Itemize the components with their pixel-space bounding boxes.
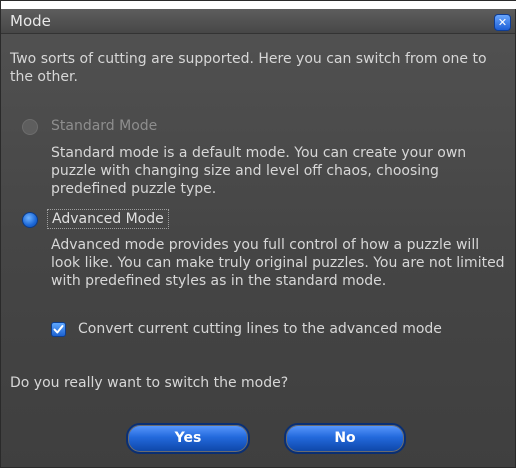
- title-bar: Mode ✕: [1, 9, 515, 34]
- advanced-mode-label[interactable]: Advanced Mode: [47, 209, 169, 229]
- close-icon: ✕: [497, 16, 508, 29]
- convert-lines-label[interactable]: Convert current cutting lines to the adv…: [78, 320, 442, 338]
- convert-lines-checkbox[interactable]: [51, 322, 66, 337]
- yes-button[interactable]: Yes: [126, 423, 250, 454]
- standard-mode-description: Standard mode is a default mode. You can…: [51, 145, 467, 197]
- intro-text: Two sorts of cutting are supported. Here…: [10, 51, 487, 85]
- standard-mode-label[interactable]: Standard Mode: [51, 117, 157, 135]
- top-strip: [1, 1, 516, 9]
- no-button[interactable]: No: [284, 423, 406, 454]
- standard-mode-radio[interactable]: [22, 119, 38, 135]
- advanced-mode-radio[interactable]: [22, 212, 38, 228]
- mode-dialog: Mode ✕ Two sorts of cutting are supporte…: [0, 0, 516, 468]
- dialog-title: Mode: [10, 12, 51, 30]
- close-button[interactable]: ✕: [494, 14, 511, 31]
- checkmark-icon: [53, 325, 64, 334]
- advanced-mode-description: Advanced mode provides you full control …: [51, 237, 505, 289]
- confirm-question: Do you really want to switch the mode?: [10, 375, 289, 391]
